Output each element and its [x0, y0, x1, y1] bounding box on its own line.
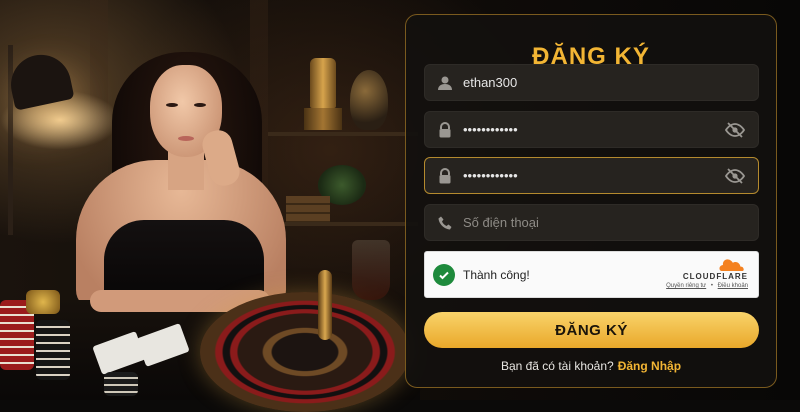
poker-chips-black	[36, 320, 70, 380]
username-field[interactable]: ethan300	[424, 64, 759, 101]
lock-icon	[435, 120, 455, 140]
lock-icon	[435, 166, 455, 186]
whiskey-glass	[352, 240, 390, 300]
shelf	[268, 222, 418, 226]
register-button[interactable]: ĐĂNG KÝ	[424, 312, 759, 348]
lips	[178, 136, 194, 141]
roulette-wheel	[200, 292, 410, 412]
poker-chips-gold	[26, 290, 60, 314]
login-link[interactable]: Đăng Nhập	[618, 359, 681, 373]
trophy	[310, 58, 336, 108]
eye	[194, 103, 206, 107]
captcha-status: Thành công!	[463, 268, 530, 282]
shelf	[268, 132, 418, 136]
success-check-icon	[433, 264, 455, 286]
phone-icon	[435, 213, 455, 233]
login-prompt: Bạn đã có tài khoản? Đăng Nhập	[406, 359, 776, 373]
register-panel: ĐĂNG KÝ ethan300 •••••••••••• ••••••••••…	[405, 14, 777, 388]
phone-field[interactable]: Số điện thoại	[424, 204, 759, 241]
roulette-spindle	[318, 270, 332, 340]
login-prompt-text: Bạn đã có tài khoản?	[500, 359, 614, 373]
cloudflare-logo-icon	[719, 259, 744, 271]
eye	[166, 103, 178, 107]
privacy-link[interactable]: Quyền riêng tư	[666, 283, 706, 289]
password-value: ••••••••••••	[463, 122, 518, 137]
captcha-links: Quyền riêng tư • Điều khoản	[666, 283, 748, 289]
eye-off-icon[interactable]	[724, 119, 746, 141]
username-value: ethan300	[463, 75, 518, 90]
cloudflare-captcha[interactable]: Thành công! CLOUDFLARE Quyền riêng tư • …	[424, 251, 759, 298]
link-separator: •	[710, 283, 713, 289]
trophy-base	[304, 108, 342, 130]
eye-off-icon[interactable]	[724, 165, 746, 187]
books	[286, 196, 330, 222]
poker-chips-black	[104, 372, 138, 396]
vase	[350, 70, 388, 130]
confirm-password-field[interactable]: ••••••••••••	[424, 157, 759, 194]
terms-link[interactable]: Điều khoản	[718, 283, 748, 289]
confirm-password-value: ••••••••••••	[463, 168, 518, 183]
password-field[interactable]: ••••••••••••	[424, 111, 759, 148]
user-icon	[435, 73, 455, 93]
phone-placeholder: Số điện thoại	[463, 215, 539, 230]
cloudflare-brand: CLOUDFLARE	[682, 272, 748, 281]
